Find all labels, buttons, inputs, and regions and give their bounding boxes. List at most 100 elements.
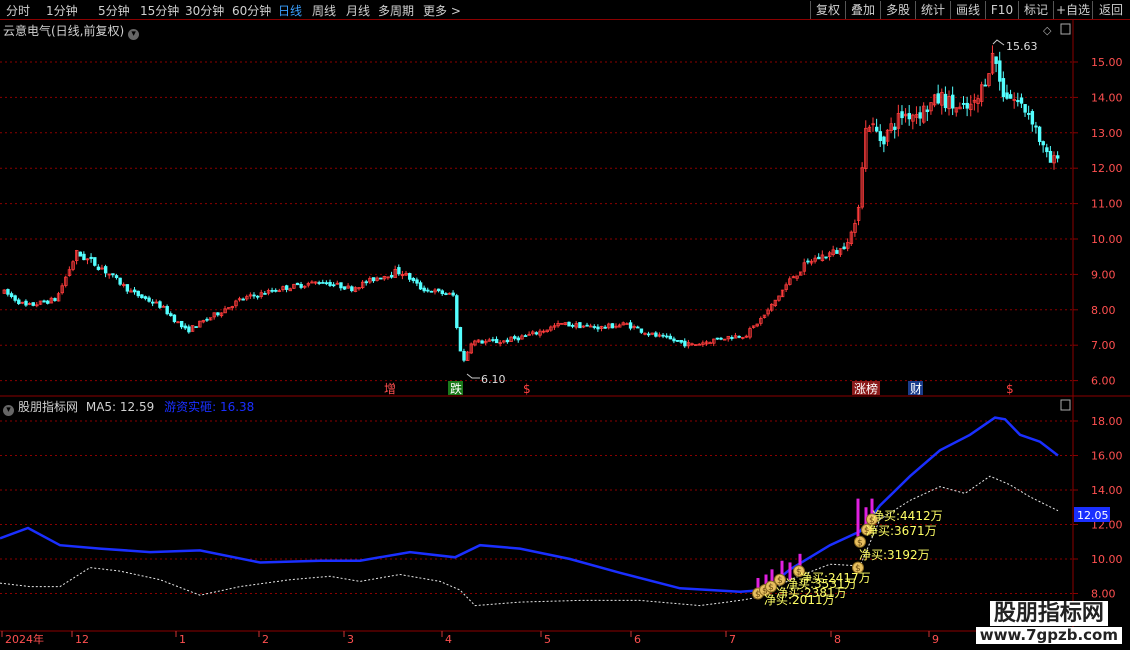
candle (686, 339, 691, 349)
candle (882, 135, 886, 153)
candle-body (983, 84, 988, 87)
candle (994, 56, 998, 73)
candle (976, 94, 980, 113)
candle (27, 302, 32, 306)
candle-body (136, 290, 140, 297)
candle (733, 332, 738, 339)
time-axis-label: 5 (544, 633, 551, 646)
candle (954, 107, 959, 117)
candle-body (1030, 111, 1035, 125)
candle (205, 317, 209, 322)
candle (646, 331, 651, 337)
candle-body (418, 282, 423, 290)
candle-body (216, 312, 220, 316)
svg-text:$: $ (857, 538, 863, 548)
candle (748, 326, 752, 340)
candle-body (411, 278, 416, 282)
candle-body (24, 300, 28, 306)
candle (201, 319, 206, 324)
blue-series-line (0, 416, 1059, 594)
candle (241, 297, 245, 301)
candle (71, 260, 75, 272)
price-tick-label: 9.00 (1091, 268, 1116, 281)
candle (306, 281, 311, 288)
restore-icon[interactable] (1060, 399, 1071, 411)
candle (657, 332, 662, 338)
candle-body (241, 298, 245, 301)
candle (922, 102, 926, 124)
candle (429, 290, 434, 293)
candle (194, 326, 198, 328)
candle-body (961, 103, 966, 105)
chevron-down-icon[interactable]: ▾ (128, 29, 140, 40)
candle (719, 336, 723, 341)
candle (596, 324, 600, 332)
candle-body (900, 111, 904, 119)
candle (469, 342, 473, 355)
candle-body (205, 318, 209, 321)
candle (1019, 93, 1024, 109)
candle (183, 323, 187, 331)
candle-body (169, 313, 173, 317)
candle (744, 334, 749, 339)
candle-body (179, 320, 184, 328)
candle (487, 337, 492, 342)
candle (339, 282, 343, 291)
candle (694, 344, 698, 346)
candle (451, 290, 455, 297)
diamond-icon[interactable]: ◇ (1043, 24, 1052, 37)
candle (570, 323, 575, 329)
net-buy-label: 净买:3671万 (866, 524, 937, 538)
candle (914, 106, 919, 125)
time-axis-label: 1 (179, 633, 186, 646)
candle (947, 90, 951, 116)
stock-chart[interactable]: 15.00 14.00 13.00 12.00 11.00 10.00 9.00 8.00 7.… (0, 0, 1130, 650)
candle-body (567, 321, 571, 327)
candle (310, 280, 314, 284)
candle (1048, 145, 1053, 163)
candle-body (342, 286, 347, 290)
candle (198, 320, 202, 328)
restore-icon[interactable] (1060, 23, 1071, 35)
candle (328, 279, 332, 288)
candle (455, 293, 459, 330)
candle-body (1019, 97, 1024, 104)
candle (132, 287, 137, 295)
candle (107, 273, 111, 279)
candle-body (1027, 112, 1031, 115)
candle (534, 331, 539, 336)
candle-body (143, 296, 148, 299)
candle (93, 257, 97, 267)
candle (806, 258, 810, 265)
chevron-down-icon[interactable]: ▾ (3, 405, 14, 416)
candle-body (875, 126, 879, 132)
time-axis-label: 9 (932, 633, 939, 646)
marker-dollar-1: $ (523, 382, 531, 396)
candle-body (737, 335, 741, 338)
candle-body (675, 340, 680, 342)
candle-body (147, 297, 151, 302)
candle-body (9, 293, 14, 297)
candle (270, 287, 274, 293)
candle (274, 288, 278, 293)
candle-body (1037, 126, 1042, 142)
candle (111, 273, 115, 278)
candle (56, 291, 61, 302)
candle-body (936, 93, 940, 104)
candle-body (462, 350, 466, 361)
candle (589, 323, 593, 328)
candle (545, 329, 549, 333)
candle-body (665, 335, 669, 338)
candle-body (661, 334, 665, 337)
candle-body (284, 285, 289, 290)
candle (484, 339, 488, 346)
candle (842, 242, 846, 250)
candle (712, 338, 716, 347)
candle-body (1016, 100, 1020, 103)
candle-body (646, 333, 651, 336)
candle (346, 283, 350, 289)
candle (248, 292, 253, 299)
candle (397, 264, 401, 276)
candle (368, 276, 372, 284)
time-axis-label: 12 (75, 633, 89, 646)
